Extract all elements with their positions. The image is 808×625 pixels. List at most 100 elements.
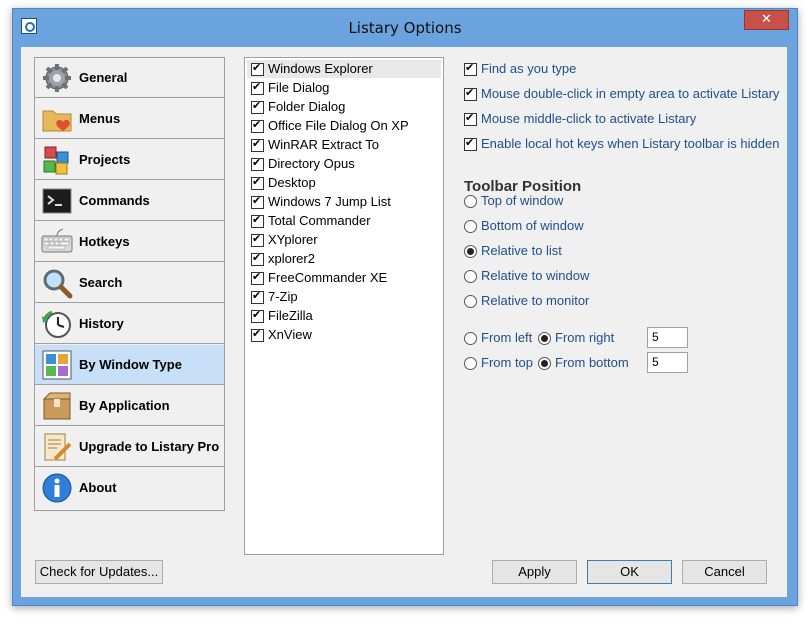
list-item[interactable]: xplorer2 xyxy=(247,250,441,268)
list-item[interactable]: Total Commander xyxy=(247,212,441,230)
sidebar-item-label: By Application xyxy=(79,398,170,413)
list-item[interactable]: Directory Opus xyxy=(247,155,441,173)
folder-heart-icon xyxy=(42,110,72,132)
list-item-checkbox[interactable] xyxy=(251,270,264,285)
cancel-button[interactable]: Cancel xyxy=(682,560,767,584)
option-label: Relative to monitor xyxy=(481,293,590,308)
list-item-label: WinRAR Extract To xyxy=(268,137,380,152)
option-label: Enable local hot keys when Listary toolb… xyxy=(481,136,780,151)
sidebar-item-commands[interactable]: Commands xyxy=(35,181,224,221)
sidebar-item-about[interactable]: About xyxy=(35,468,224,508)
option-label: From left xyxy=(481,330,533,345)
sidebar-item-label: Hotkeys xyxy=(79,234,130,249)
apply-button[interactable]: Apply xyxy=(492,560,577,584)
list-item[interactable]: 7-Zip xyxy=(247,288,441,306)
list-item-checkbox[interactable] xyxy=(251,118,264,133)
window-grid-icon xyxy=(42,350,72,380)
list-item[interactable]: XnView xyxy=(247,326,441,344)
radio-button[interactable] xyxy=(464,195,477,208)
list-item-checkbox[interactable] xyxy=(251,194,264,209)
radio-button[interactable] xyxy=(464,245,477,258)
local-hot-keys-checkbox[interactable] xyxy=(464,136,477,151)
ok-button[interactable]: OK xyxy=(587,560,672,584)
option-label: Mouse middle-click to activate Listary xyxy=(481,111,697,126)
list-item[interactable]: Folder Dialog xyxy=(247,98,441,116)
list-item-label: Desktop xyxy=(268,175,316,190)
sidebar-item-label: Projects xyxy=(79,152,131,167)
option-label: From top xyxy=(481,355,534,370)
sidebar-item-upgrade[interactable]: Upgrade to Listary Pro xyxy=(35,427,224,467)
horizontal-offset-input[interactable]: 5 xyxy=(647,327,688,348)
sidebar-item-search[interactable]: Search xyxy=(35,263,224,303)
double-click-activate-checkbox[interactable] xyxy=(464,86,477,101)
list-item[interactable]: Office File Dialog On XP xyxy=(247,117,441,135)
list-item-label: Windows Explorer xyxy=(268,61,373,76)
list-item-label: FileZilla xyxy=(268,308,313,323)
magnifier-icon xyxy=(43,269,73,299)
certificate-icon xyxy=(44,433,72,461)
list-item[interactable]: Windows Explorer xyxy=(247,60,441,78)
sidebar-item-hotkeys[interactable]: Hotkeys xyxy=(35,222,224,262)
list-item[interactable]: Desktop xyxy=(247,174,441,192)
list-item-label: Folder Dialog xyxy=(268,99,346,114)
vertical-offset-input[interactable]: 5 xyxy=(647,352,688,373)
dialog-body: General Menus Projects Commands Hotkeys … xyxy=(21,47,787,597)
list-item-checkbox[interactable] xyxy=(251,289,264,304)
find-as-you-type-checkbox[interactable] xyxy=(464,61,477,76)
list-item-label: xplorer2 xyxy=(268,251,315,266)
gear-icon xyxy=(43,64,71,92)
list-item[interactable]: XYplorer xyxy=(247,231,441,249)
option-label: From bottom xyxy=(555,355,629,370)
list-item-checkbox[interactable] xyxy=(251,137,264,152)
radio-button[interactable] xyxy=(464,332,477,345)
list-item-checkbox[interactable] xyxy=(251,99,264,114)
radio-button[interactable] xyxy=(464,270,477,283)
radio-button[interactable] xyxy=(464,295,477,308)
window-type-list[interactable]: Windows Explorer File Dialog Folder Dialog… xyxy=(244,57,444,555)
sidebar-item-label: General xyxy=(79,70,128,85)
radio-button[interactable] xyxy=(464,220,477,233)
list-item-checkbox[interactable] xyxy=(251,327,264,342)
sidebar-item-general[interactable]: General xyxy=(35,58,224,98)
list-item-label: Total Commander xyxy=(268,213,371,228)
list-item-checkbox[interactable] xyxy=(251,80,264,95)
close-button[interactable]: ✕ xyxy=(744,10,789,30)
keyboard-icon xyxy=(41,228,73,253)
list-item[interactable]: File Dialog xyxy=(247,79,441,97)
sidebar-item-label: History xyxy=(79,316,124,331)
category-sidebar: General Menus Projects Commands Hotkeys … xyxy=(34,57,225,511)
list-item-label: File Dialog xyxy=(268,80,330,95)
list-item-label: 7-Zip xyxy=(268,289,298,304)
list-item-checkbox[interactable] xyxy=(251,251,264,266)
middle-click-activate-checkbox[interactable] xyxy=(464,111,477,126)
list-item-checkbox[interactable] xyxy=(251,213,264,228)
clock-icon xyxy=(42,310,71,338)
list-item-checkbox[interactable] xyxy=(251,156,264,171)
list-item[interactable]: FileZilla xyxy=(247,307,441,325)
sidebar-item-history[interactable]: History xyxy=(35,304,224,344)
sidebar-item-label: Menus xyxy=(79,111,121,126)
option-label: Relative to window xyxy=(481,268,590,283)
list-item-checkbox[interactable] xyxy=(251,175,264,190)
sidebar-item-menus[interactable]: Menus xyxy=(35,99,224,139)
list-item[interactable]: WinRAR Extract To xyxy=(247,136,441,154)
sidebar-item-by-window-type[interactable]: By Window Type xyxy=(35,345,224,385)
radio-button[interactable] xyxy=(538,332,551,345)
cubes-icon xyxy=(43,146,69,175)
sidebar-item-by-application[interactable]: By Application xyxy=(35,386,224,426)
radio-button[interactable] xyxy=(464,357,477,370)
list-item-checkbox[interactable] xyxy=(251,232,264,247)
sidebar-item-label: Search xyxy=(79,275,123,290)
title-bar[interactable]: Listary Options ✕ xyxy=(13,9,797,45)
option-label: From right xyxy=(555,330,615,345)
check-for-updates-button[interactable]: Check for Updates... xyxy=(35,560,163,584)
list-item-checkbox[interactable] xyxy=(251,308,264,323)
option-label: Find as you type xyxy=(481,61,577,76)
option-label: Top of window xyxy=(481,193,564,208)
sidebar-item-projects[interactable]: Projects xyxy=(35,140,224,180)
radio-button[interactable] xyxy=(538,357,551,370)
list-item[interactable]: FreeCommander XE xyxy=(247,269,441,287)
list-item[interactable]: Windows 7 Jump List xyxy=(247,193,441,211)
list-item-checkbox[interactable] xyxy=(251,61,264,76)
list-item-label: XnView xyxy=(268,327,312,342)
